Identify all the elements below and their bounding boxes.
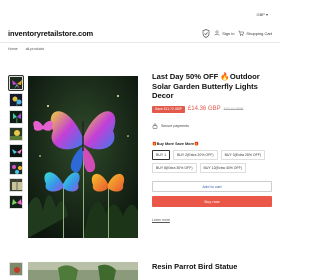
breadcrumb: Home all-products — [8, 47, 44, 51]
signin-label: Sign in — [222, 30, 235, 36]
secure-label: Secure payments — [161, 123, 189, 128]
header-divider — [0, 42, 280, 43]
next-product-image[interactable] — [28, 262, 138, 280]
next-product-thumbnails — [9, 262, 23, 276]
bundle-option-buy-3[interactable]: BUY 3(Extra 25% OFF) — [220, 149, 266, 160]
bundle-option-buy-12[interactable]: BUY 12(Extra 40% OFF) — [199, 162, 246, 173]
product-thumbnail[interactable] — [9, 262, 23, 276]
original-price: £23.44 GBP — [223, 107, 244, 111]
product-thumbnail[interactable] — [9, 93, 23, 107]
product-thumbnail[interactable] — [9, 161, 23, 175]
secure-payments: Secure payments — [152, 123, 272, 129]
product-thumbnail[interactable] — [9, 110, 23, 124]
product-thumbnail[interactable] — [8, 75, 24, 91]
bundle-option-buy-8[interactable]: BUY 8(Extra 30% OFF) — [152, 162, 197, 173]
site-header: inventoryretailstore.com Sign in Shoppin… — [8, 22, 272, 44]
price-row: Save £11.72 GBP £14.36 GBP £23.44 GBP — [152, 105, 272, 113]
cart-label: Shopping Cart — [246, 30, 272, 36]
product-thumbnail[interactable] — [9, 195, 23, 209]
product-title: Last Day 50% OFF 🔥Outdoor Solar Garden B… — [152, 72, 260, 100]
signin-link[interactable]: Sign in — [214, 30, 234, 36]
current-price: £14.36 GBP — [187, 106, 221, 112]
header-actions: Sign in Shopping Cart — [202, 28, 272, 38]
breadcrumb-all-products[interactable]: all-products — [26, 47, 45, 51]
verified-shield-icon — [202, 28, 210, 38]
promo-label: 🎁Buy More Save More🎁 — [152, 141, 199, 146]
buy-now-button[interactable]: Buy now — [152, 195, 272, 207]
product-thumbnail[interactable] — [9, 144, 23, 158]
currency-label[interactable]: GBP — [257, 12, 265, 17]
breadcrumb-home[interactable]: Home — [8, 47, 18, 51]
next-product-title: Resin Parrot Bird Statue — [152, 262, 238, 271]
add-to-cart-button[interactable]: Add to cart — [152, 180, 272, 192]
bundle-option-buy-1[interactable]: BUY 1 — [152, 149, 171, 160]
product-thumbnail[interactable] — [9, 127, 23, 141]
main-product-image[interactable] — [28, 76, 138, 238]
currency-selector[interactable]: GBP ▾ — [257, 12, 269, 17]
product-thumbnail[interactable] — [9, 178, 23, 192]
lock-icon — [152, 123, 158, 129]
learn-more-link[interactable]: Learn more — [152, 218, 272, 222]
bundle-option-buy-2[interactable]: BUY 2(Extra 20% OFF) — [173, 149, 218, 160]
product-info: Last Day 50% OFF 🔥Outdoor Solar Garden B… — [152, 72, 272, 222]
user-icon — [214, 30, 220, 36]
cart-icon — [238, 30, 245, 36]
cart-link[interactable]: Shopping Cart — [238, 30, 272, 36]
bundle-options: BUY 1 BUY 2(Extra 20% OFF) BUY 3(Extra 2… — [152, 149, 272, 173]
save-badge: Save £11.72 GBP — [152, 105, 185, 113]
thumbnail-list — [8, 75, 24, 209]
store-logo[interactable]: inventoryretailstore.com — [8, 29, 93, 38]
